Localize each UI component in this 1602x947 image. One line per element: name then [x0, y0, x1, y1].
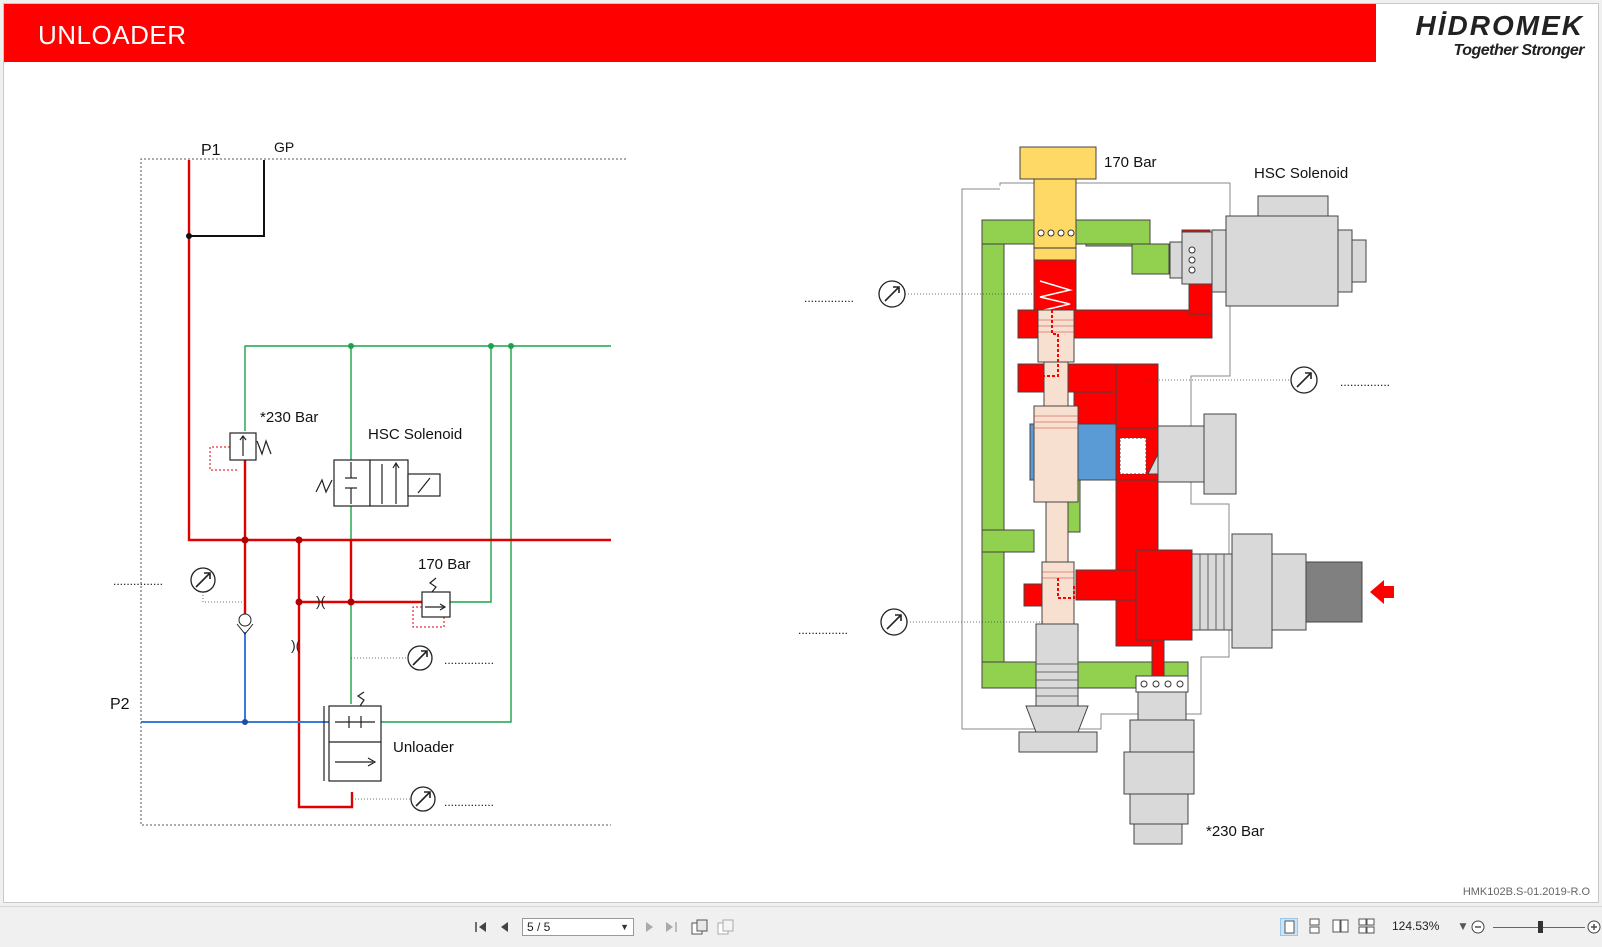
- svg-text:)(: )(: [316, 593, 326, 609]
- gauge-placeholder-2: ...............: [444, 653, 494, 667]
- unloader-valve: [323, 691, 382, 782]
- single-page-view-icon[interactable]: [1280, 918, 1298, 936]
- continuous-view-icon[interactable]: [1306, 918, 1324, 936]
- prev-page-icon[interactable]: [496, 907, 512, 947]
- first-page-icon[interactable]: [472, 907, 490, 947]
- last-page-icon[interactable]: [662, 907, 680, 947]
- section-170-label: 170 Bar: [1104, 154, 1157, 171]
- unloader-plug: [1191, 533, 1363, 649]
- gauge-placeholder-6: ...............: [798, 623, 848, 637]
- zoom-level[interactable]: 124.53%: [1392, 919, 1439, 933]
- two-page-view-icon[interactable]: [1332, 918, 1350, 936]
- section-hsc-label: HSC Solenoid: [1254, 165, 1348, 182]
- unloader-label: Unloader: [393, 739, 454, 756]
- gauge-placeholder-1: ...............: [113, 574, 163, 588]
- page-dropdown-icon[interactable]: ▼: [620, 919, 629, 935]
- valve-170-label: 170 Bar: [418, 556, 471, 573]
- zoom-dropdown-icon[interactable]: ▼: [1458, 907, 1468, 947]
- hsc-solenoid-label: HSC Solenoid: [368, 426, 462, 443]
- relief-valve-170: [421, 577, 451, 618]
- gauge-placeholder-3: ...............: [444, 795, 494, 809]
- check-valve: [236, 613, 254, 635]
- port-p2-label: P2: [110, 696, 130, 713]
- next-page-icon[interactable]: [642, 907, 658, 947]
- port-p1-label: P1: [201, 142, 221, 159]
- relief-valve-230: [229, 432, 272, 461]
- document-reference: HMK102B.S-01.2019-R.O: [1462, 886, 1590, 898]
- slide-canvas: UNLOADER HİDROMEK Together Stronger)()…: [3, 3, 1599, 903]
- extract-page-icon[interactable]: [690, 907, 710, 947]
- gauge-placeholder-5: ...............: [1340, 375, 1390, 389]
- svg-text:)(: )(: [291, 637, 301, 653]
- zoom-in-icon[interactable]: [1586, 907, 1602, 947]
- viewer-toolbar: 5 / 5 ▼ 124.53% ▼: [0, 906, 1602, 947]
- valve-cross-section: ............... ............... ........…: [798, 146, 1394, 845]
- hsc-solenoid-valve: [315, 459, 441, 507]
- page-number-input[interactable]: 5 / 5 ▼: [522, 918, 634, 936]
- hydraulic-schematic: )( )( *230 Bar HSC Solenoid 170 Bar Unlo…: [110, 139, 626, 826]
- flow-arrow-icon: [1370, 580, 1394, 604]
- relief-230-label: *230 Bar: [260, 409, 318, 426]
- zoom-out-icon[interactable]: [1470, 907, 1486, 947]
- port-gp-label: GP: [274, 139, 294, 155]
- zoom-slider-thumb[interactable]: [1538, 921, 1543, 933]
- two-page-continuous-view-icon[interactable]: [1358, 918, 1376, 936]
- relief-valve-230-body: [1123, 675, 1195, 845]
- gauge-placeholder-4: ...............: [804, 291, 854, 305]
- insert-page-icon[interactable]: [716, 907, 736, 947]
- section-230-label: *230 Bar: [1206, 823, 1264, 840]
- middle-plug: [1147, 413, 1237, 495]
- page-indicator-text: 5 / 5: [527, 920, 551, 934]
